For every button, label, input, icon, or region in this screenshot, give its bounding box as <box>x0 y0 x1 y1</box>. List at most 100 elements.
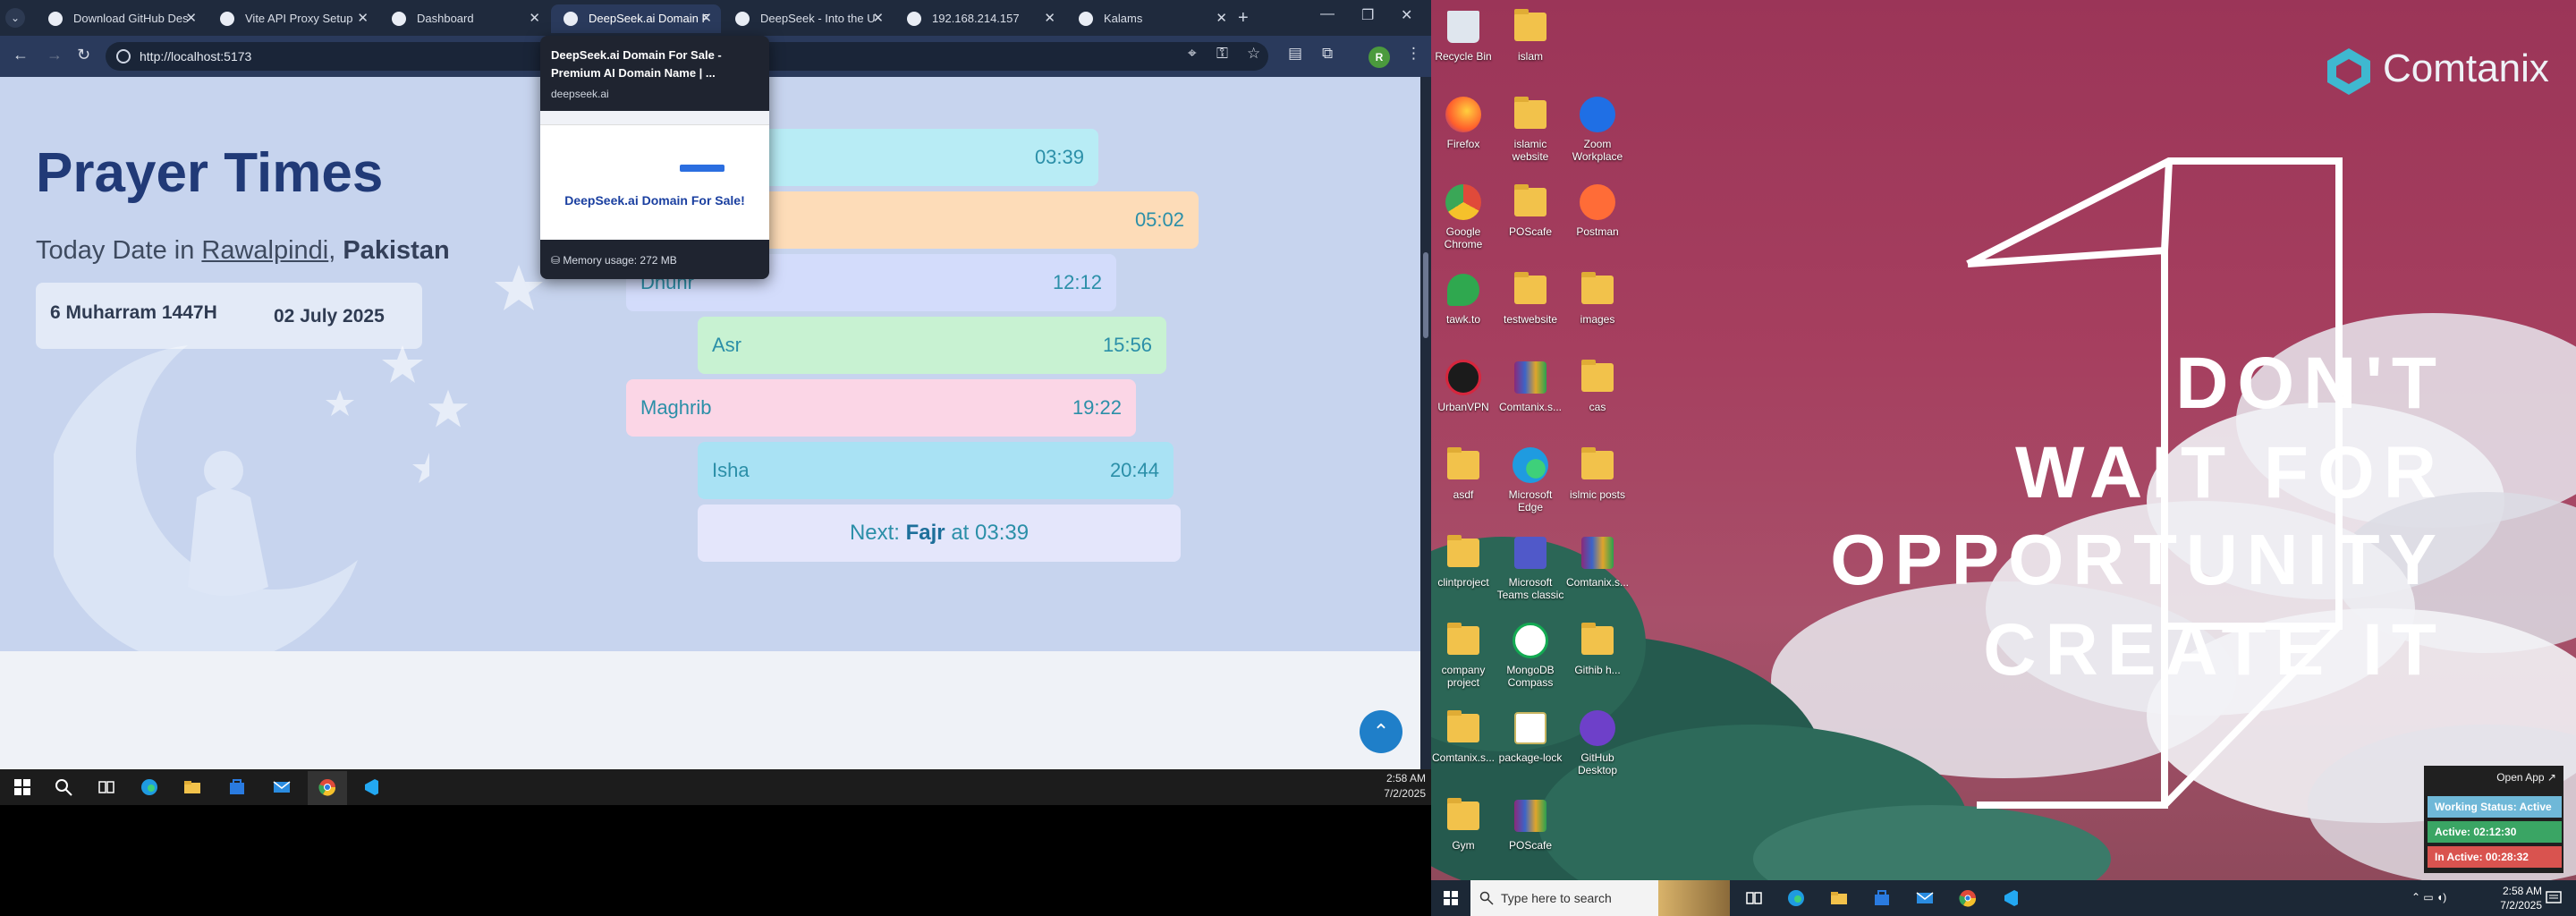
desktop-shortcut[interactable]: testwebsite <box>1496 270 1564 326</box>
site-info-icon[interactable] <box>116 49 131 64</box>
right-taskbar-clock[interactable]: 2:58 AM 7/2/2025 <box>2500 884 2542 912</box>
tab-close-icon[interactable]: ✕ <box>700 4 712 33</box>
tab-close-icon[interactable]: ✕ <box>872 4 884 33</box>
desktop-shortcut[interactable]: Zoom Workplace <box>1563 95 1631 163</box>
open-app-button[interactable]: Open App ↗ <box>2496 771 2556 784</box>
desktop-icon-label: Recycle Bin <box>1435 50 1492 63</box>
desktop-shortcut[interactable]: cas <box>1563 358 1631 413</box>
desktop-icon-label: Google Chrome <box>1444 225 1483 250</box>
browser-tab[interactable]: Vite API Proxy Setup ✕ <box>208 4 377 33</box>
desktop-shortcut[interactable]: GitHub Desktop <box>1563 708 1631 776</box>
desktop-shortcut[interactable]: package-lock <box>1496 708 1564 764</box>
desktop-shortcut[interactable]: asdf <box>1431 445 1497 501</box>
store-icon[interactable] <box>227 777 247 797</box>
tab-close-icon[interactable]: ✕ <box>357 4 369 33</box>
tab-close-icon[interactable]: ✕ <box>529 4 540 33</box>
prayer-row: Asr 15:56 <box>698 317 1166 374</box>
notifications-icon[interactable] <box>2546 891 2562 905</box>
tab-close-icon[interactable]: ✕ <box>1044 4 1055 33</box>
folder-icon <box>1581 623 1614 655</box>
tab-close-icon[interactable]: ✕ <box>185 4 197 33</box>
desktop-shortcut[interactable]: Postman <box>1563 182 1631 238</box>
file-explorer-icon[interactable] <box>1830 889 1848 907</box>
browser-tab[interactable]: DeepSeek.ai Domain F ✕ <box>551 4 721 33</box>
browser-tab[interactable]: Dashboard ✕ <box>379 4 549 33</box>
desktop-shortcut[interactable]: Microsoft Teams classic <box>1496 533 1564 601</box>
prayer-time: 20:44 <box>1109 459 1159 481</box>
date-card: 6 Muharram 1447H 02 July 2025 <box>36 283 422 349</box>
bookmark-star-icon[interactable]: ☆ <box>1247 45 1260 63</box>
brand-logo: Comtanix <box>2324 47 2549 101</box>
desktop-shortcut[interactable]: Gym <box>1431 796 1497 852</box>
desktop-shortcut[interactable]: Comtanix.s... <box>1496 358 1564 413</box>
vscode-icon[interactable] <box>2002 889 2020 907</box>
tab-close-icon[interactable]: ✕ <box>1216 4 1227 33</box>
extensions-icon[interactable]: ⧉ <box>1322 45 1333 63</box>
browser-menu-icon[interactable]: ⋮ <box>1406 45 1421 63</box>
desktop-shortcut[interactable]: tawk.to <box>1431 270 1497 326</box>
scrollbar-thumb[interactable] <box>1423 252 1428 338</box>
tab-search-icon[interactable]: ⌄ <box>5 8 25 28</box>
location-icon[interactable]: ⌖ <box>1188 45 1197 63</box>
desktop-shortcut[interactable]: Google Chrome <box>1431 182 1497 250</box>
mail-icon[interactable] <box>1916 889 1934 907</box>
desktop-shortcut[interactable]: POScafe <box>1496 796 1564 852</box>
task-view-icon[interactable] <box>1746 891 1762 905</box>
desktop-shortcut[interactable]: MongoDB Compass <box>1496 621 1564 689</box>
store-icon[interactable] <box>1873 889 1891 907</box>
desktop-shortcut[interactable]: Githib h... <box>1563 621 1631 676</box>
search-icon[interactable] <box>54 777 73 797</box>
forward-icon[interactable]: → <box>47 46 63 64</box>
windows-start-icon[interactable] <box>13 777 32 797</box>
prayer-time: 15:56 <box>1102 334 1152 356</box>
desktop-icon-glyph <box>1444 708 1483 748</box>
city-link[interactable]: Rawalpindi <box>201 236 328 265</box>
file-explorer-icon[interactable] <box>182 777 202 797</box>
reload-icon[interactable]: ↻ <box>77 46 90 64</box>
tab-title: Download GitHub Des <box>73 12 189 25</box>
desktop-icon-label: islmic posts <box>1569 488 1625 501</box>
desktop-shortcut[interactable]: Firefox <box>1431 95 1497 150</box>
desktop-shortcut[interactable]: Recycle Bin <box>1431 7 1497 63</box>
chrome-icon[interactable] <box>1959 889 1977 907</box>
desktop-shortcut[interactable]: Microsoft Edge <box>1496 445 1564 513</box>
mail-icon[interactable] <box>272 777 292 797</box>
profile-avatar[interactable]: R <box>1368 47 1390 68</box>
left-taskbar-clock[interactable]: 2:58 AM 7/2/2025 <box>1360 771 1426 802</box>
desktop-shortcut[interactable]: islmic posts <box>1563 445 1631 501</box>
close-window-icon[interactable]: ✕ <box>1401 6 1412 24</box>
browser-tab[interactable]: DeepSeek - Into the U ✕ <box>723 4 893 33</box>
browser-tab[interactable]: Kalams ✕ <box>1066 4 1236 33</box>
desktop-shortcut[interactable]: Comtanix.s... <box>1431 708 1497 764</box>
new-tab-button[interactable]: + <box>1238 4 1249 31</box>
edge-icon[interactable] <box>1787 889 1805 907</box>
desktop-shortcut[interactable]: UrbanVPN <box>1431 358 1497 413</box>
desktop-shortcut[interactable]: clintproject <box>1431 533 1497 589</box>
address-url[interactable]: http://localhost:5173 <box>140 42 251 71</box>
prayer-row: Maghrib 19:22 <box>626 379 1136 437</box>
archive-icon <box>1514 361 1546 394</box>
taskbar-search-box[interactable]: Type here to search <box>1470 880 1730 916</box>
reading-list-icon[interactable]: ▤ <box>1288 45 1302 63</box>
desktop-shortcut[interactable]: Comtanix.s... <box>1563 533 1631 589</box>
browser-tab[interactable]: Download GitHub Des ✕ <box>36 4 206 33</box>
browser-tab[interactable]: 192.168.214.157 ✕ <box>894 4 1064 33</box>
task-view-icon[interactable] <box>97 777 116 797</box>
windows-start-icon[interactable] <box>1444 891 1458 905</box>
scroll-to-top-button[interactable]: ⌃ <box>1360 710 1402 753</box>
desktop-shortcut[interactable]: company project <box>1431 621 1497 689</box>
desktop-shortcut[interactable]: POScafe <box>1496 182 1564 238</box>
maximize-icon[interactable]: ❐ <box>1361 6 1374 24</box>
edge-icon[interactable] <box>140 777 159 797</box>
desktop-shortcut[interactable]: islamic website <box>1496 95 1564 163</box>
back-icon[interactable]: ← <box>13 46 29 64</box>
desktop-shortcut[interactable]: images <box>1563 270 1631 326</box>
desktop-shortcut[interactable]: islam <box>1496 7 1564 63</box>
chrome-icon[interactable] <box>318 777 337 797</box>
edge-icon <box>1513 447 1548 483</box>
vscode-icon[interactable] <box>361 777 381 797</box>
page-scrollbar[interactable] <box>1420 77 1431 769</box>
minimize-icon[interactable]: — <box>1320 6 1335 22</box>
password-key-icon[interactable]: ⚿ <box>1216 45 1228 63</box>
tray-icons[interactable]: ⌃ ▭ ◖) <box>2411 891 2446 903</box>
